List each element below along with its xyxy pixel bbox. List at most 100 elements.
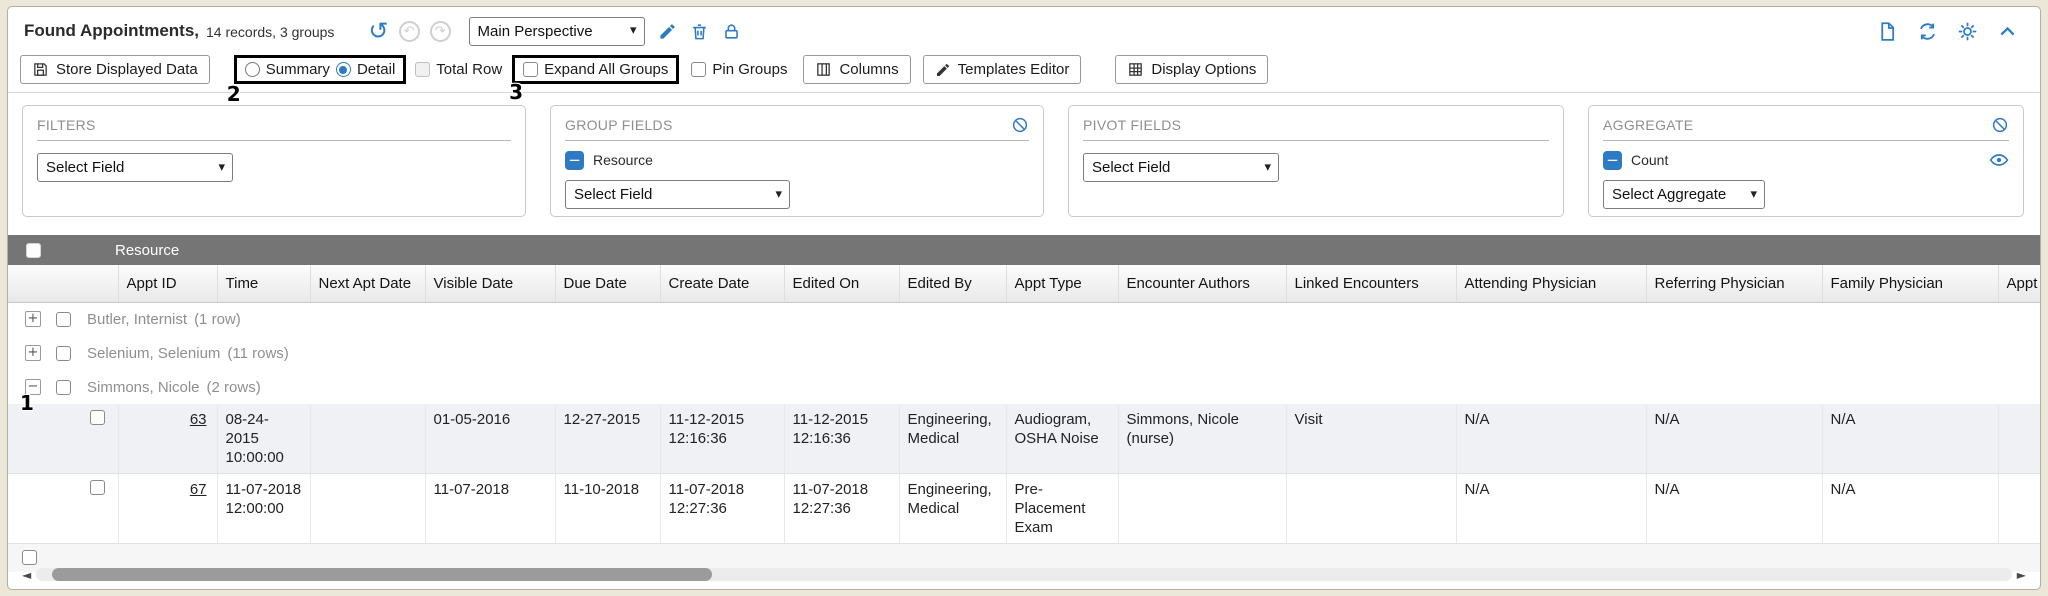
row-checkbox[interactable] xyxy=(90,480,105,495)
column-header-create-date[interactable]: Create Date xyxy=(660,265,784,302)
toolbar: Store Displayed Data Summary Detail 2 To… xyxy=(8,51,2040,93)
filters-title: FILTERS xyxy=(37,117,96,133)
history-back-icon[interactable]: ↶ xyxy=(399,21,420,42)
total-row-checkbox[interactable] xyxy=(415,62,430,77)
select-all-checkbox[interactable] xyxy=(26,243,41,258)
summary-radio[interactable] xyxy=(245,62,260,77)
lock-perspective-icon[interactable] xyxy=(722,22,741,41)
total-row-label: Total Row xyxy=(436,61,502,78)
cell-encounter-authors: Simmons, Nicole (nurse) xyxy=(1118,404,1286,474)
cell-family-physician: N/A xyxy=(1822,474,1998,544)
annotation-marker-1: 1 xyxy=(20,391,34,415)
pin-groups-label: Pin Groups xyxy=(712,61,787,78)
group-checkbox[interactable] xyxy=(56,346,71,361)
cell-encounter-authors xyxy=(1118,474,1286,544)
expand-group-icon[interactable]: + xyxy=(25,311,41,327)
column-header-family-physician[interactable]: Family Physician xyxy=(1822,265,1998,302)
detail-label: Detail xyxy=(357,61,395,78)
annotation-marker-2: 2 xyxy=(227,82,241,106)
remove-count-aggregate-icon[interactable]: − xyxy=(1603,151,1622,170)
display-options-button[interactable]: Display Options xyxy=(1115,55,1268,84)
store-displayed-data-button[interactable]: Store Displayed Data xyxy=(20,55,210,84)
group-row-count: (2 rows) xyxy=(207,379,261,396)
annotation-box-expand-all-groups: Expand All Groups 3 xyxy=(512,55,679,84)
visibility-eye-icon[interactable] xyxy=(1989,150,2009,170)
row-select-cell xyxy=(8,474,118,544)
group-fields-panel: GROUP FIELDS − Resource Select Field xyxy=(550,105,1044,217)
appt-id-link[interactable]: 67 xyxy=(190,481,207,498)
top-right-icons xyxy=(1877,21,2024,42)
cell-visible-date: 11-07-2018 xyxy=(425,474,555,544)
clear-group-fields-icon[interactable] xyxy=(1011,116,1029,134)
annotation-marker-3: 3 xyxy=(509,80,523,104)
expand-all-groups-label: Expand All Groups xyxy=(544,61,668,78)
group-checkbox[interactable] xyxy=(56,312,71,327)
cell-appt-re xyxy=(1998,404,2040,474)
column-header-appt-type[interactable]: Appt Type xyxy=(1006,265,1118,302)
appointment-row: 6711-07-2018 12:00:0011-07-201811-10-201… xyxy=(8,474,2040,544)
group-row-selenium-selenium: + Selenium, Selenium (11 rows) xyxy=(8,336,2040,370)
column-header-appt-id[interactable]: Appt ID xyxy=(118,265,217,302)
cell-create-date: 11-07-2018 12:27:36 xyxy=(660,474,784,544)
table-grid-icon xyxy=(1127,61,1144,78)
footer-checkbox[interactable] xyxy=(22,550,37,565)
detail-radio[interactable] xyxy=(336,62,351,77)
perspective-select[interactable]: Main Perspective xyxy=(469,17,645,46)
cell-edited-on: 11-12-2015 12:16:36 xyxy=(784,404,899,474)
collapse-panel-chevron-icon[interactable] xyxy=(1997,21,2018,42)
appt-id-link[interactable]: 63 xyxy=(190,411,207,428)
column-header-next-apt-date[interactable]: Next Apt Date xyxy=(310,265,425,302)
scroll-left-icon[interactable]: ◄ xyxy=(22,568,31,582)
row-checkbox[interactable] xyxy=(90,410,105,425)
selection-column-header xyxy=(8,265,118,302)
cell-appt-id: 67 xyxy=(118,474,217,544)
remove-resource-group-icon[interactable]: − xyxy=(565,151,584,170)
settings-gear-icon[interactable] xyxy=(1957,21,1978,42)
templates-editor-button[interactable]: Templates Editor xyxy=(923,55,1082,84)
scrollbar-thumb[interactable] xyxy=(52,568,712,581)
aggregate-title: AGGREGATE xyxy=(1603,117,1693,133)
horizontal-scrollbar[interactable]: ◄ ► xyxy=(22,566,2026,583)
undo-icon[interactable]: ↺ xyxy=(368,21,388,41)
group-checkbox[interactable] xyxy=(56,380,71,395)
pivot-fields-title: PIVOT FIELDS xyxy=(1083,117,1181,133)
group-fields-title: GROUP FIELDS xyxy=(565,117,673,133)
expand-group-icon[interactable]: + xyxy=(25,345,41,361)
expand-all-groups-checkbox[interactable] xyxy=(523,62,538,77)
columns-button[interactable]: Columns xyxy=(803,55,910,84)
group-field-select[interactable]: Select Field xyxy=(565,180,790,209)
filters-field-select[interactable]: Select Field xyxy=(37,153,233,182)
group-label: Selenium, Selenium xyxy=(87,345,220,362)
group-row-count: (11 rows) xyxy=(227,345,288,362)
column-header-attending-physician[interactable]: Attending Physician xyxy=(1456,265,1646,302)
export-document-icon[interactable] xyxy=(1877,21,1898,42)
edit-perspective-pencil-icon[interactable] xyxy=(658,22,677,41)
cell-appt-type: Pre-Placement Exam xyxy=(1006,474,1118,544)
aggregate-select[interactable]: Select Aggregate xyxy=(1603,180,1765,209)
cell-edited-on: 11-07-2018 12:27:36 xyxy=(784,474,899,544)
column-header-referring-physician[interactable]: Referring Physician xyxy=(1646,265,1822,302)
column-header-linked-encounters[interactable]: Linked Encounters xyxy=(1286,265,1456,302)
column-header-edited-by[interactable]: Edited By xyxy=(899,265,1006,302)
clear-aggregate-icon[interactable] xyxy=(1991,116,2009,134)
scroll-right-icon[interactable]: ► xyxy=(2017,568,2026,582)
column-header-encounter-authors[interactable]: Encounter Authors xyxy=(1118,265,1286,302)
pivot-fields-panel: PIVOT FIELDS Select Field xyxy=(1068,105,1564,217)
column-header-time[interactable]: Time xyxy=(217,265,310,302)
pin-groups-checkbox[interactable] xyxy=(691,62,706,77)
scrollbar-track[interactable] xyxy=(36,568,2012,581)
refresh-icon[interactable] xyxy=(1917,21,1938,42)
column-header-edited-on[interactable]: Edited On xyxy=(784,265,899,302)
group-row-simmons-nicole: −Simmons, Nicole(2 rows)1 xyxy=(8,370,2040,404)
annotation-box-summary-detail: Summary Detail 2 xyxy=(234,55,407,84)
group-row-butler-internist: +Butler, Internist(1 row) xyxy=(8,302,2040,336)
column-header-visible-date[interactable]: Visible Date xyxy=(425,265,555,302)
found-appointments-window: Found Appointments, 14 records, 3 groups… xyxy=(7,6,2041,590)
filters-panel: FILTERS Select Field xyxy=(22,105,526,217)
history-forward-icon[interactable]: ↷ xyxy=(430,21,451,42)
pivot-field-select[interactable]: Select Field xyxy=(1083,153,1279,182)
column-header-due-date[interactable]: Due Date xyxy=(555,265,660,302)
delete-perspective-trash-icon[interactable] xyxy=(690,22,709,41)
cell-referring-physician: N/A xyxy=(1646,474,1822,544)
column-header-appt-re[interactable]: Appt Re xyxy=(1998,265,2040,302)
